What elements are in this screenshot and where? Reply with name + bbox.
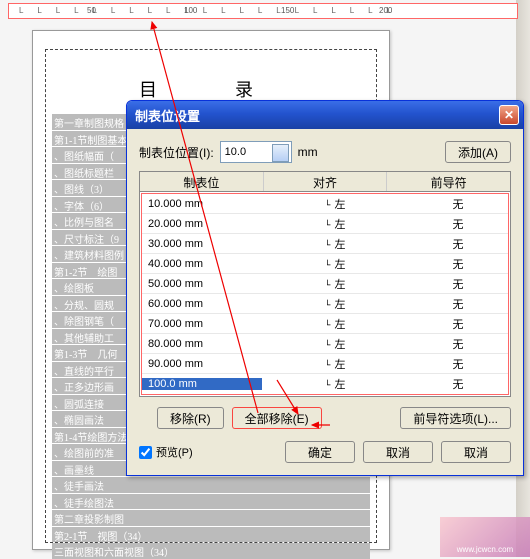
table-row[interactable]: 100.0 mm└左无 — [142, 374, 508, 394]
cell-align: └左 — [262, 336, 408, 352]
cell-leader: 无 — [408, 196, 508, 212]
cell-position: 20.000 mm — [142, 218, 262, 230]
cell-leader: 无 — [408, 296, 508, 312]
cell-position: 100.0 mm — [142, 378, 262, 390]
leader-options-button[interactable]: 前导符选项(L)... — [400, 407, 511, 429]
cell-position: 70.000 mm — [142, 318, 262, 330]
cancel-button-2[interactable]: 取消 — [441, 441, 511, 463]
align-left-icon: └ — [324, 201, 330, 212]
align-left-icon: └ — [324, 321, 330, 332]
table-row[interactable]: 80.000 mm└左无 — [142, 334, 508, 354]
cell-align: └左 — [262, 316, 408, 332]
cell-align: └左 — [262, 276, 408, 292]
cell-position: 50.000 mm — [142, 278, 262, 290]
cell-leader: 无 — [408, 336, 508, 352]
doc-line: 、徒手画法 — [52, 477, 370, 493]
cell-align: └左 — [262, 236, 408, 252]
tab-position-value: 10.0 — [225, 146, 246, 158]
cancel-button[interactable]: 取消 — [363, 441, 433, 463]
cell-leader: 无 — [408, 256, 508, 272]
tab-list-table: 制表位 对齐 前导符 10.000 mm└左无20.000 mm└左无30.00… — [139, 171, 511, 397]
cell-align: └左 — [262, 376, 408, 392]
cell-leader: 无 — [408, 316, 508, 332]
remove-button[interactable]: 移除(R) — [157, 407, 224, 429]
ruler[interactable]: 50 100 150 200 — [8, 3, 518, 19]
cell-leader: 无 — [408, 216, 508, 232]
align-left-icon: └ — [324, 221, 330, 232]
align-left-icon: └ — [324, 261, 330, 272]
cell-align: └左 — [262, 296, 408, 312]
align-left-icon: └ — [324, 381, 330, 392]
tab-position-input[interactable]: 10.0 — [220, 141, 292, 163]
ruler-label-150: 150 — [281, 6, 294, 15]
unit-label: mm — [298, 145, 318, 159]
ok-button[interactable]: 确定 — [285, 441, 355, 463]
table-row[interactable]: 30.000 mm└左无 — [142, 234, 508, 254]
doc-line: 三面视图和六面视图（34） — [52, 543, 370, 559]
watermark: www.jcwcn.com — [440, 517, 530, 557]
cell-position: 10.000 mm — [142, 198, 262, 210]
cell-leader: 无 — [408, 276, 508, 292]
cell-position: 30.000 mm — [142, 238, 262, 250]
col-header-position[interactable]: 制表位 — [140, 172, 264, 191]
align-left-icon: └ — [324, 361, 330, 372]
col-header-leader[interactable]: 前导符 — [387, 172, 510, 191]
cell-position: 90.000 mm — [142, 358, 262, 370]
tab-position-label: 制表位位置(I): — [139, 144, 214, 161]
align-left-icon: └ — [324, 301, 330, 312]
table-row[interactable]: 10.000 mm└左无 — [142, 194, 508, 214]
doc-line: 第二章投影制图 — [52, 510, 370, 526]
table-row[interactable]: 90.000 mm└左无 — [142, 354, 508, 374]
add-button[interactable]: 添加(A) — [445, 141, 511, 163]
table-row[interactable]: 60.000 mm└左无 — [142, 294, 508, 314]
col-header-align[interactable]: 对齐 — [264, 172, 388, 191]
cell-align: └左 — [262, 196, 408, 212]
table-row[interactable]: 40.000 mm└左无 — [142, 254, 508, 274]
cell-position: 60.000 mm — [142, 298, 262, 310]
align-left-icon: └ — [324, 241, 330, 252]
doc-line: 第2-1节 视图（34） — [52, 527, 370, 543]
cell-position: 80.000 mm — [142, 338, 262, 350]
cell-leader: 无 — [408, 356, 508, 372]
ruler-label-50: 50 — [87, 6, 96, 15]
align-left-icon: └ — [324, 281, 330, 292]
cell-position: 40.000 mm — [142, 258, 262, 270]
preview-checkbox[interactable]: 预览(P) — [139, 444, 193, 460]
table-row[interactable]: 20.000 mm└左无 — [142, 214, 508, 234]
table-row[interactable]: 70.000 mm└左无 — [142, 314, 508, 334]
preview-checkbox-label: 预览(P) — [156, 444, 193, 460]
align-left-icon: └ — [324, 341, 330, 352]
cell-align: └左 — [262, 356, 408, 372]
dialog-titlebar[interactable]: 制表位设置 ✕ — [127, 101, 523, 129]
table-row[interactable]: 50.000 mm└左无 — [142, 274, 508, 294]
dialog-title: 制表位设置 — [135, 106, 499, 125]
preview-checkbox-input[interactable] — [139, 446, 152, 459]
cell-align: └左 — [262, 256, 408, 272]
tab-settings-dialog: 制表位设置 ✕ 制表位位置(I): 10.0 mm 添加(A) 制表位 对齐 前… — [126, 100, 524, 476]
ruler-label-200: 200 — [379, 6, 392, 15]
doc-line: 、徒手绘图法 — [52, 494, 370, 510]
cell-leader: 无 — [408, 236, 508, 252]
close-button[interactable]: ✕ — [499, 105, 519, 125]
close-icon: ✕ — [504, 108, 514, 122]
doc-title: 目 录 — [52, 76, 370, 102]
ruler-label-100: 100 — [184, 6, 197, 15]
remove-all-button[interactable]: 全部移除(E) — [232, 407, 322, 429]
cell-align: └左 — [262, 216, 408, 232]
cell-leader: 无 — [408, 376, 508, 392]
